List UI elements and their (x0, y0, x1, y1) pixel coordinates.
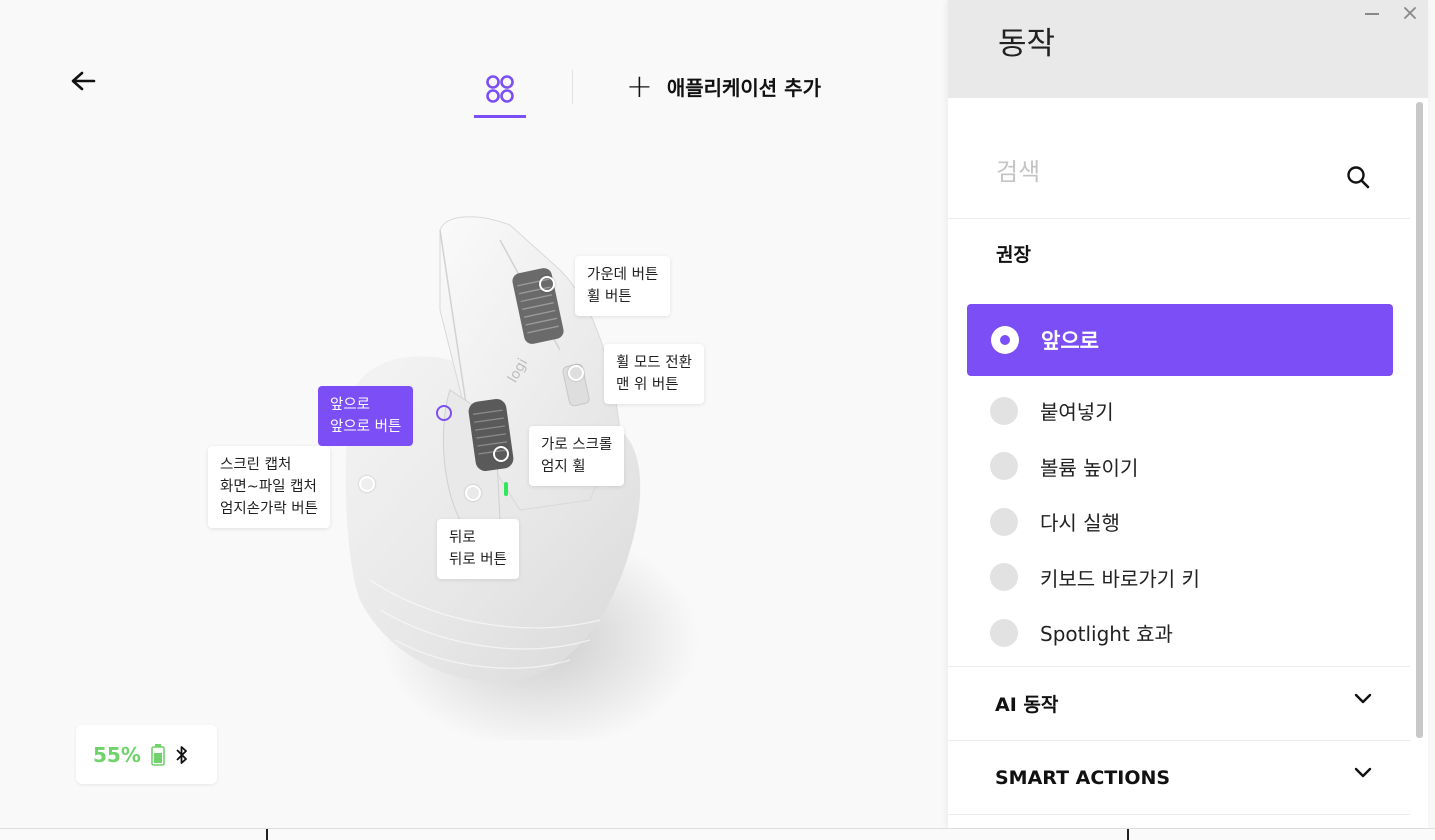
add-application-button[interactable]: + 애플리케이션 추가 (626, 70, 821, 102)
bluetooth-icon (176, 745, 187, 764)
search-box[interactable]: 검색 (948, 98, 1410, 219)
callout-subtitle: 맨 위 버튼 (616, 377, 679, 393)
callout-title: 휠 모드 전환 (616, 355, 692, 371)
callout-forward[interactable]: 앞으로 앞으로 버튼 (318, 386, 414, 446)
callout-subtitle: 화면~파일 캡처 (220, 479, 317, 495)
device-view: + 애플리케이션 추가 logi 가운데 버튼 휠 버튼 휠 모드 전환 맨 위… (0, 0, 948, 828)
radio-icon (990, 452, 1018, 481)
section-label: SMART ACTIONS (995, 766, 1171, 789)
callout-subtitle: 뒤로 버튼 (449, 552, 507, 568)
battery-status: 55% (76, 725, 217, 784)
callout-subtitle: 휠 버튼 (587, 289, 632, 305)
action-label: 키보드 바로가기 키 (1040, 566, 1200, 591)
recommended-heading: 권장 (996, 244, 1031, 266)
section-ai-actions[interactable]: AI 동작 (948, 666, 1410, 740)
radio-icon (990, 618, 1018, 647)
top-nav (474, 66, 573, 120)
callout-title: 가로 스크롤 (541, 437, 613, 453)
add-application-label: 애플리케이션 추가 (666, 75, 821, 100)
callout-title: 스크린 캡처 (220, 457, 292, 473)
action-item-selected[interactable]: 앞으로 (967, 304, 1393, 376)
callout-title: 가운데 버튼 (587, 267, 659, 283)
callout-back[interactable]: 뒤로 뒤로 버튼 (437, 519, 519, 579)
strip-mark (1127, 829, 1129, 840)
callout-subtitle: 엄지 휠 (541, 459, 586, 475)
callout-gesture-button[interactable]: 스크린 캡처 화면~파일 캡처 엄지손가락 버튼 (208, 446, 330, 528)
callout-subtitle-2: 엄지손가락 버튼 (220, 501, 318, 517)
callout-title: 뒤로 (449, 530, 476, 546)
radio-icon (990, 396, 1018, 425)
battery-percent: 55% (93, 742, 141, 767)
chevron-down-icon (1354, 767, 1372, 778)
chevron-down-icon (1354, 693, 1372, 704)
action-label: 다시 실행 (1040, 511, 1120, 536)
radio-selected-icon (991, 326, 1019, 354)
section-label: AI 동작 (995, 694, 1059, 716)
radio-icon (990, 563, 1018, 592)
close-icon (1404, 7, 1416, 19)
action-item[interactable]: 다시 실행 (948, 494, 1410, 550)
hotspot-horizontal-scroll[interactable] (493, 446, 509, 462)
callout-title: 앞으로 (330, 397, 371, 413)
action-list: 붙여넣기 볼륨 높이기 다시 실행 키보드 바로가기 키 Spotlight 효… (948, 383, 1410, 661)
panel-scrollbar[interactable] (1416, 102, 1423, 738)
action-label: 붙여넣기 (1040, 400, 1114, 425)
callout-horizontal-scroll[interactable]: 가로 스크롤 엄지 휠 (529, 426, 625, 486)
callout-middle-button[interactable]: 가운데 버튼 휠 버튼 (575, 256, 671, 316)
background-window-strip (0, 828, 1435, 840)
callout-wheel-mode[interactable]: 휠 모드 전환 맨 위 버튼 (604, 344, 704, 404)
hotspot-back[interactable] (465, 485, 481, 501)
action-label: 앞으로 (1041, 329, 1099, 353)
action-label: 볼륨 높이기 (1040, 455, 1139, 480)
actions-panel: 동작 검색 권장 앞으로 붙여넣기 볼륨 높이기 다시 실행 키보드 바로가기 … (948, 0, 1428, 828)
back-arrow-icon (71, 71, 96, 91)
action-item[interactable]: 붙여넣기 (948, 383, 1410, 439)
minimize-button[interactable] (1361, 4, 1383, 24)
close-button[interactable] (1399, 2, 1421, 24)
nav-divider (572, 70, 573, 104)
action-label: Spotlight 효과 (1040, 622, 1173, 647)
hotspot-wheel-mode[interactable] (568, 365, 584, 381)
panel-header: 동작 (948, 0, 1428, 98)
plus-icon: + (626, 67, 653, 105)
action-item[interactable]: Spotlight 효과 (948, 605, 1410, 661)
action-item[interactable]: 볼륨 높이기 (948, 439, 1410, 495)
hotspot-gesture[interactable] (359, 476, 375, 492)
radio-icon (990, 507, 1018, 536)
hotspot-forward[interactable] (436, 405, 452, 421)
section-smart-actions[interactable]: SMART ACTIONS (948, 740, 1410, 815)
battery-icon (151, 743, 165, 766)
callout-subtitle: 앞으로 버튼 (330, 419, 402, 435)
minimize-icon (1365, 13, 1379, 15)
action-item[interactable]: 키보드 바로가기 키 (948, 550, 1410, 606)
hotspot-middle-button[interactable] (539, 276, 555, 292)
strip-mark (266, 829, 268, 840)
tab-all-applications[interactable] (474, 66, 526, 118)
back-button[interactable] (66, 64, 100, 98)
search-input[interactable]: 검색 (996, 152, 1040, 187)
apps-grid-icon (486, 75, 514, 103)
search-icon[interactable] (1346, 165, 1372, 191)
panel-title: 동작 (998, 26, 1056, 62)
